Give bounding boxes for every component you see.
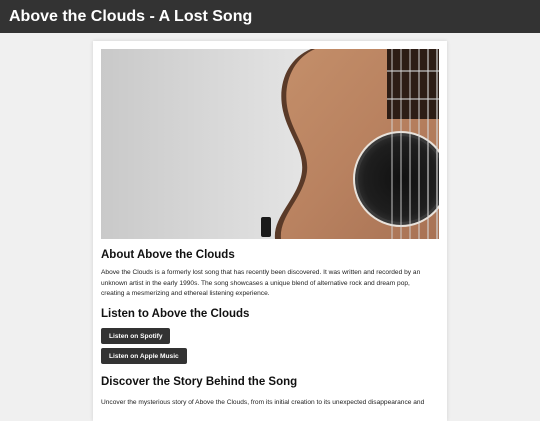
hero-image [101, 49, 439, 239]
story-paragraph: Uncover the mysterious story of Above th… [101, 398, 437, 409]
story-heading: Discover the Story Behind the Song [101, 376, 298, 388]
listen-heading: Listen to Above the Clouds [101, 308, 250, 320]
page-title: Above the Clouds - A Lost Song [9, 7, 253, 25]
about-paragraph: Above the Clouds is a formerly lost song… [101, 268, 437, 300]
about-heading: About Above the Clouds [101, 249, 235, 261]
about-line: creating a mesmerizing and ethereal list… [101, 290, 270, 297]
content-card: About Above the Clouds Above the Clouds … [93, 41, 447, 421]
acoustic-guitar-photo-icon [101, 49, 439, 239]
top-bar: Above the Clouds - A Lost Song [0, 0, 540, 33]
spotify-button[interactable]: Listen on Spotify [101, 328, 171, 344]
about-line: Above the Clouds is a formerly lost song… [101, 269, 421, 276]
about-line: unknown artist in the early 1990s. The s… [101, 279, 410, 287]
apple-music-button[interactable]: Listen on Apple Music [101, 348, 187, 364]
